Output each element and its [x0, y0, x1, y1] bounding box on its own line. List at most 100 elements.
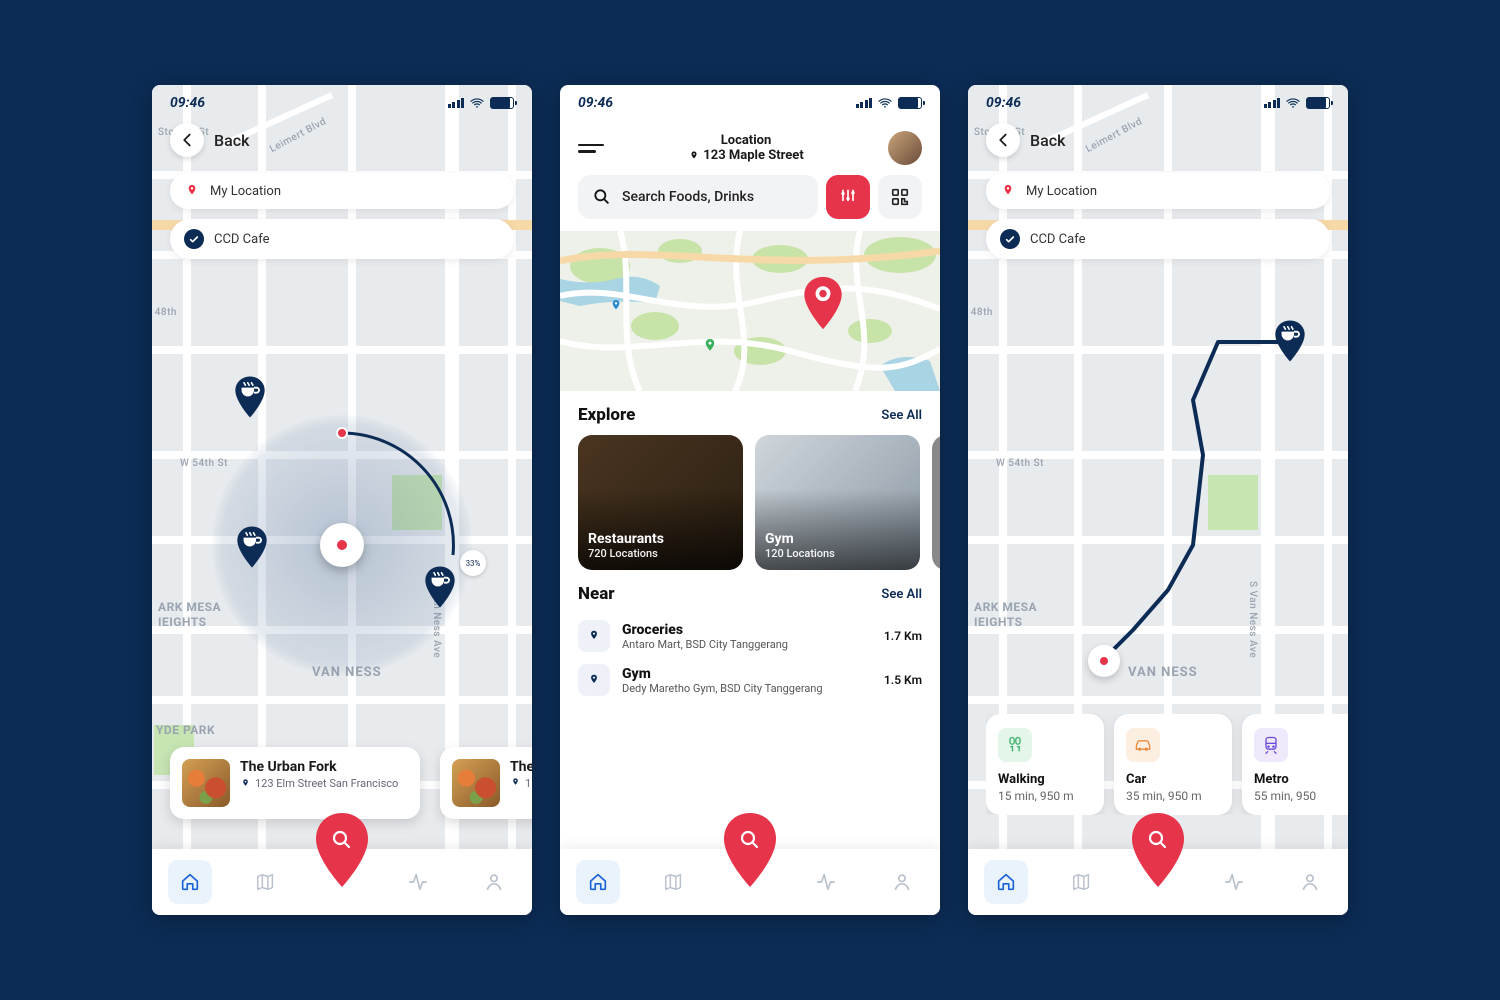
search-row: Search Foods, Drinks	[560, 175, 940, 231]
search-input[interactable]: Search Foods, Drinks	[578, 175, 818, 219]
destination-field[interactable]: CCD Cafe	[170, 219, 514, 259]
nav-home[interactable]	[168, 860, 212, 904]
signal-icon	[1264, 98, 1281, 108]
district-label: ARK MESA	[974, 600, 1037, 614]
nav-map[interactable]	[652, 860, 696, 904]
status-time: 09:46	[986, 95, 1021, 111]
explore-card-title: Restaurants	[588, 531, 733, 547]
near-sub: Antaro Mart, BSD City Tanggerang	[622, 638, 872, 651]
transport-modes[interactable]: Walking 15 min, 950 m Car 35 min, 950 m …	[986, 714, 1348, 815]
signal-icon	[448, 98, 465, 108]
user-icon	[1299, 871, 1321, 893]
near-distance: 1.7 Km	[884, 629, 922, 643]
street-label: 48th	[155, 307, 177, 318]
pin-icon	[1000, 183, 1016, 199]
street-label: 48th	[971, 307, 993, 318]
avatar[interactable]	[888, 131, 922, 165]
explore-card-gym[interactable]: Gym 120 Locations	[755, 435, 920, 570]
nav-map[interactable]	[244, 860, 288, 904]
sliders-icon	[838, 187, 858, 207]
current-location-dot	[1088, 645, 1120, 677]
home-icon	[995, 871, 1017, 893]
search-fab[interactable]	[1126, 811, 1190, 889]
search-fab[interactable]	[310, 811, 374, 889]
nav-home[interactable]	[984, 860, 1028, 904]
qr-button[interactable]	[878, 175, 922, 219]
back-button[interactable]	[170, 123, 204, 157]
district-label: IEIGHTS	[974, 615, 1022, 629]
street-label: W 54th St	[996, 458, 1044, 469]
explore-row[interactable]: Restaurants 720 Locations Gym 120 Locati…	[560, 435, 940, 570]
nav-activity[interactable]	[1212, 860, 1256, 904]
search-fab[interactable]	[718, 811, 782, 889]
explore-header: Explore See All	[560, 391, 940, 435]
back-label: Back	[1030, 131, 1065, 150]
result-card[interactable]: The 1	[440, 747, 532, 819]
activity-icon	[1223, 871, 1245, 893]
metro-icon	[1254, 728, 1288, 762]
activity-icon	[815, 871, 837, 893]
status-bar: 09:46	[968, 85, 1348, 117]
home-icon	[587, 871, 609, 893]
map-pin-destination[interactable]	[1272, 319, 1308, 363]
mode-sub: 15 min, 950 m	[998, 789, 1092, 803]
header: Location 123 Maple Street	[560, 117, 940, 175]
mode-card-car[interactable]: Car 35 min, 950 m	[1114, 714, 1232, 815]
destination-field[interactable]: CCD Cafe	[986, 219, 1330, 259]
pin-icon	[578, 620, 610, 652]
status-time: 09:46	[170, 95, 205, 111]
explore-label: Explore	[578, 405, 635, 425]
back-button[interactable]	[986, 123, 1020, 157]
district-label: IEIGHTS	[158, 615, 206, 629]
nav-activity[interactable]	[396, 860, 440, 904]
see-all-link[interactable]: See All	[881, 408, 922, 423]
origin-field[interactable]: My Location	[986, 173, 1330, 209]
near-item[interactable]: GymDedy Maretho Gym, BSD City Tanggerang…	[560, 658, 940, 702]
nav-home[interactable]	[576, 860, 620, 904]
explore-card-title: Gym	[765, 531, 910, 547]
radar-percent-badge: 33%	[460, 550, 486, 576]
map-preview[interactable]	[560, 231, 940, 391]
pin-icon	[688, 150, 700, 162]
home-icon	[179, 871, 201, 893]
wifi-icon	[1285, 97, 1301, 109]
map-pin-tertiary	[608, 297, 624, 319]
see-all-link[interactable]: See All	[881, 587, 922, 602]
map-pin-secondary	[700, 336, 720, 362]
nav-profile[interactable]	[880, 860, 924, 904]
nav-profile[interactable]	[1288, 860, 1332, 904]
back-row: Back	[968, 117, 1348, 163]
chevron-left-icon	[177, 129, 197, 151]
district-label: VAN NESS	[1128, 665, 1198, 680]
check-icon	[1000, 229, 1020, 249]
near-distance: 1.5 Km	[884, 673, 922, 687]
search-placeholder: Search Foods, Drinks	[622, 189, 754, 205]
mode-card-metro[interactable]: Metro 55 min, 950	[1242, 714, 1348, 815]
pin-icon	[240, 778, 251, 789]
map-icon	[255, 871, 277, 893]
map-pin-coffee[interactable]	[234, 525, 270, 569]
search-icon	[592, 187, 612, 207]
explore-card-restaurants[interactable]: Restaurants 720 Locations	[578, 435, 743, 570]
back-label: Back	[214, 131, 249, 150]
map-pin-coffee[interactable]	[422, 565, 458, 609]
filter-button[interactable]	[826, 175, 870, 219]
screen-route: Stocker St Leimert Blvd 48th W 54th St S…	[968, 85, 1348, 915]
menu-button[interactable]	[578, 144, 604, 153]
map-icon	[663, 871, 685, 893]
mode-card-walking[interactable]: Walking 15 min, 950 m	[986, 714, 1104, 815]
screen-radar: Stocker St Leimert Blvd 48th W 54th St S…	[152, 85, 532, 915]
pin-icon	[184, 183, 200, 199]
map-pin-coffee[interactable]	[232, 375, 268, 419]
nav-activity[interactable]	[804, 860, 848, 904]
explore-card-sub: 120 Locations	[765, 547, 910, 560]
location-selector[interactable]: Location 123 Maple Street	[688, 133, 803, 163]
explore-card-more[interactable]	[932, 435, 940, 570]
nav-profile[interactable]	[472, 860, 516, 904]
origin-field[interactable]: My Location	[170, 173, 514, 209]
near-item[interactable]: GroceriesAntaro Mart, BSD City Tanggeran…	[560, 614, 940, 658]
street-label: S Van Ness Ave	[1247, 581, 1258, 658]
result-card[interactable]: The Urban Fork 123 Elm Street San Franci…	[170, 747, 420, 819]
mode-sub: 35 min, 950 m	[1126, 789, 1220, 803]
nav-map[interactable]	[1060, 860, 1104, 904]
